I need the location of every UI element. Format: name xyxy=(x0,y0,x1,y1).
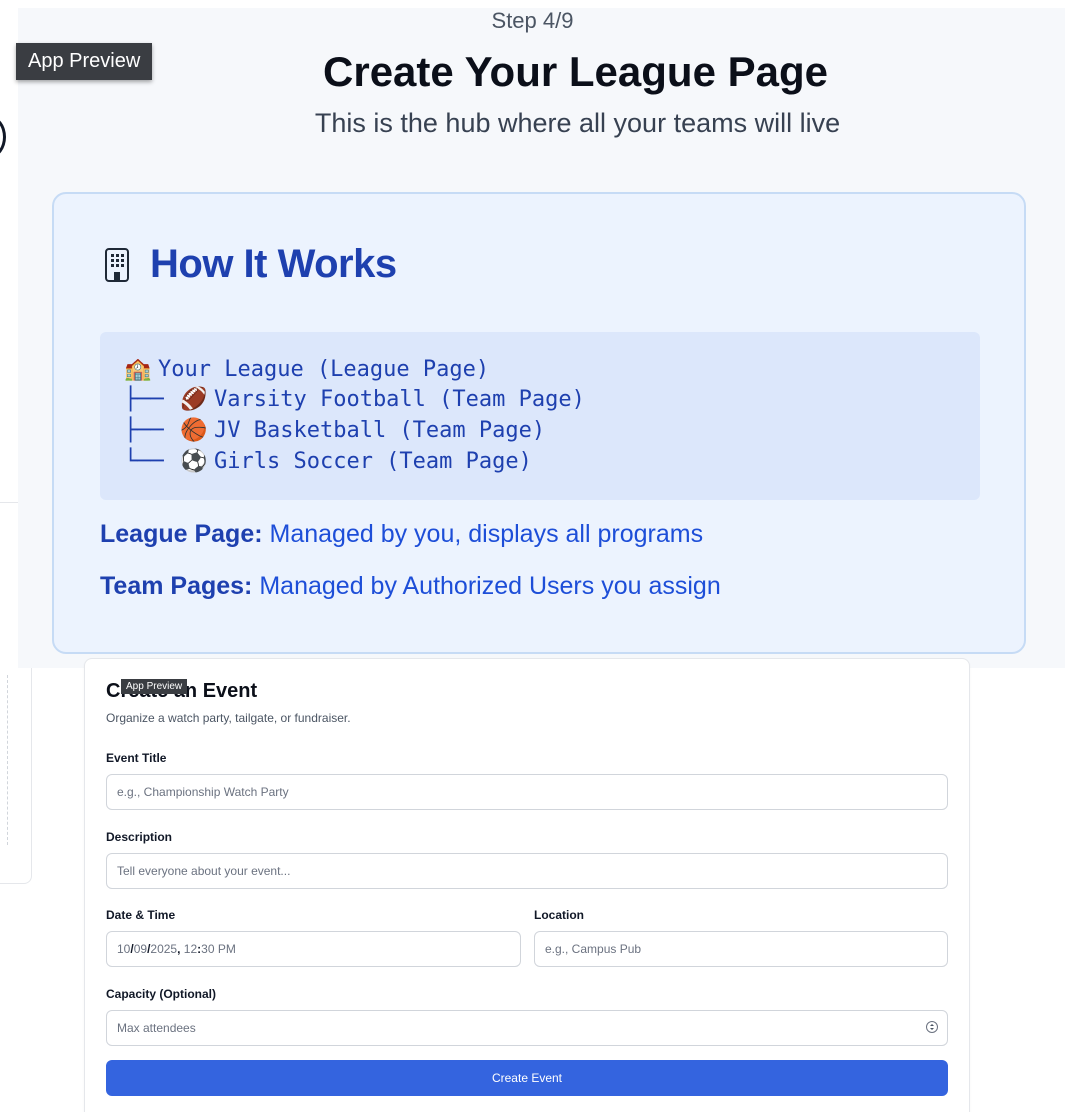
create-event-button[interactable]: Create Event xyxy=(106,1060,948,1096)
league-page-info: League Page: Managed by you, displays al… xyxy=(100,520,703,549)
clipped-dashed-line xyxy=(7,675,8,845)
event-title-label: Event Title xyxy=(106,751,167,765)
event-title-input[interactable] xyxy=(106,774,948,810)
tree-connector: └── xyxy=(124,449,164,474)
date-time-label: Date & Time xyxy=(106,908,176,922)
screen: Step 4/9 Create Your League Page This is… xyxy=(0,0,1065,1112)
date-month[interactable]: 10 xyxy=(117,942,130,956)
capacity-label: Capacity (Optional) xyxy=(106,987,217,1001)
create-event-card: Create an Event App Preview Organize a w… xyxy=(84,658,970,1112)
time-minute[interactable]: 30 xyxy=(201,942,214,956)
how-it-works-card: How It Works 🏫 Your League (League Page) … xyxy=(52,192,1026,654)
page-subtitle: This is the hub where all your teams wil… xyxy=(314,108,841,138)
capacity-field-wrapper xyxy=(106,1010,948,1046)
team-pages-info: Team Pages: Managed by Authorized Users … xyxy=(100,572,721,601)
league-page-text: Managed by you, displays all programs xyxy=(269,520,704,548)
league-page-label: League Page: xyxy=(100,520,263,548)
time-ampm[interactable]: PM xyxy=(218,942,236,956)
app-preview-tooltip-small: App Preview xyxy=(121,679,188,694)
school-icon: 🏫 xyxy=(124,357,152,382)
tree-connector: ├── xyxy=(124,387,164,412)
football-icon: 🏈 xyxy=(180,387,208,412)
capacity-input[interactable] xyxy=(106,1010,948,1046)
step-indicator: Step 4/9 xyxy=(491,8,574,33)
soccer-ball-icon: ⚽ xyxy=(180,449,208,474)
basketball-icon: 🏀 xyxy=(180,418,208,443)
description-label: Description xyxy=(106,830,173,844)
time-hour[interactable]: 12 xyxy=(184,942,197,956)
tree-node-league: 🏫 Your League (League Page) xyxy=(124,354,489,385)
how-it-works-title: How It Works xyxy=(150,242,397,286)
date-time-input[interactable]: 10/09/2025, 12:30 PM xyxy=(106,931,521,967)
number-stepper-icon[interactable] xyxy=(926,1021,938,1033)
tree-node-team: └── ⚽ Girls Soccer (Team Page) xyxy=(124,446,532,477)
tree-node-label: JV Basketball (Team Page) xyxy=(214,418,546,443)
event-form-subtitle: Organize a watch party, tailgate, or fun… xyxy=(106,711,351,725)
description-input[interactable] xyxy=(106,853,948,889)
team-pages-label: Team Pages: xyxy=(100,572,253,600)
date-day[interactable]: 09 xyxy=(134,942,147,956)
tree-node-team: ├── 🏀 JV Basketball (Team Page) xyxy=(124,415,545,446)
tree-connector: ├── xyxy=(124,418,164,443)
app-preview-tooltip: App Preview xyxy=(16,43,153,80)
tree-node-team: ├── 🏈 Varsity Football (Team Page) xyxy=(124,384,585,415)
league-structure-tree: 🏫 Your League (League Page) ├── 🏈 Varsity F… xyxy=(100,332,980,500)
location-input[interactable] xyxy=(534,931,948,967)
building-icon xyxy=(105,247,129,282)
tree-node-label: Girls Soccer (Team Page) xyxy=(214,449,532,474)
how-it-works-heading: How It Works xyxy=(104,242,397,287)
location-label: Location xyxy=(534,908,584,922)
date-year[interactable]: 2025 xyxy=(150,942,177,956)
team-pages-text: Managed by Authorized Users you assign xyxy=(259,572,721,600)
tree-node-label: Varsity Football (Team Page) xyxy=(214,387,585,412)
page-title: Create Your League Page xyxy=(323,48,828,95)
tree-node-label: Your League (League Page) xyxy=(158,357,490,382)
